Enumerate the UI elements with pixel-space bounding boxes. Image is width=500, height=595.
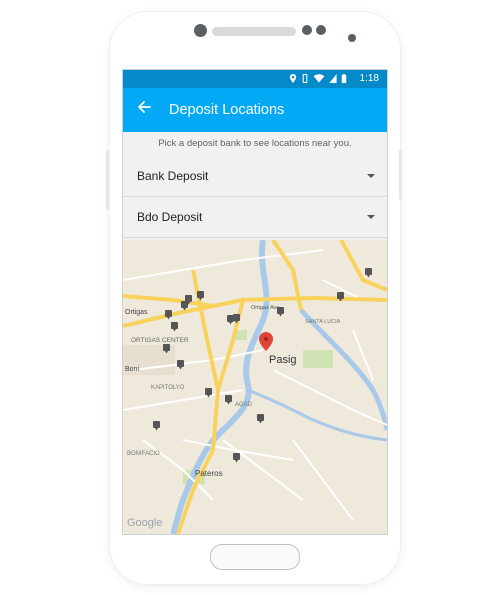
map-view[interactable]: Pasig Ortigas ORTIGAS CENTER Ortigas Ave…	[123, 240, 387, 534]
notification-led	[348, 34, 356, 42]
proximity-sensor	[302, 25, 312, 35]
status-bar: 1:18	[123, 70, 387, 88]
bank-name-dropdown[interactable]: Bdo Deposit	[123, 197, 387, 238]
page-title: Deposit Locations	[169, 102, 285, 118]
volume-button	[106, 150, 109, 210]
front-camera	[194, 24, 207, 37]
vibrate-icon	[302, 74, 308, 83]
power-button	[399, 150, 402, 200]
arrow-left-icon[interactable]	[136, 99, 152, 115]
map-label-bagad: AGAD	[235, 402, 253, 408]
google-logo: Google	[127, 517, 162, 529]
hint-text: Pick a deposit bank to see locations nea…	[158, 138, 352, 149]
map-label-bonifacio: BONIFACIO	[127, 451, 160, 457]
earpiece-speaker	[212, 27, 296, 36]
map-park	[303, 350, 333, 368]
app-bar: Deposit Locations	[123, 88, 387, 132]
map-label-ortigas: Ortigas	[125, 309, 148, 316]
bank-name-selected: Bdo Deposit	[137, 210, 203, 224]
map-label-ortigas-ave: Ortigas Ave	[251, 305, 279, 311]
bank-type-dropdown[interactable]: Bank Deposit	[123, 156, 387, 197]
signal-icon	[329, 74, 337, 83]
chevron-down-icon	[367, 215, 375, 219]
map-label-pateros: Pateros	[195, 469, 223, 478]
battery-icon	[341, 74, 347, 83]
home-button[interactable]	[210, 544, 300, 570]
light-sensor	[316, 25, 326, 35]
map-label-ortigas-center: ORTIGAS CENTER	[131, 337, 189, 344]
screen: 1:18 Deposit Locations Pick a deposit ba…	[122, 69, 388, 535]
map-label-kapitolyo: KAPITOLYO	[151, 385, 185, 391]
map-label-boni: Boni	[125, 366, 139, 373]
bank-type-selected: Bank Deposit	[137, 169, 209, 183]
status-time: 1:18	[359, 73, 379, 84]
location-icon	[289, 74, 297, 83]
wifi-icon	[313, 74, 325, 83]
map-label-santa-lucia: SANTA LUCIA	[305, 319, 341, 325]
chevron-down-icon	[367, 174, 375, 178]
map-label-pasig: Pasig	[269, 354, 297, 366]
